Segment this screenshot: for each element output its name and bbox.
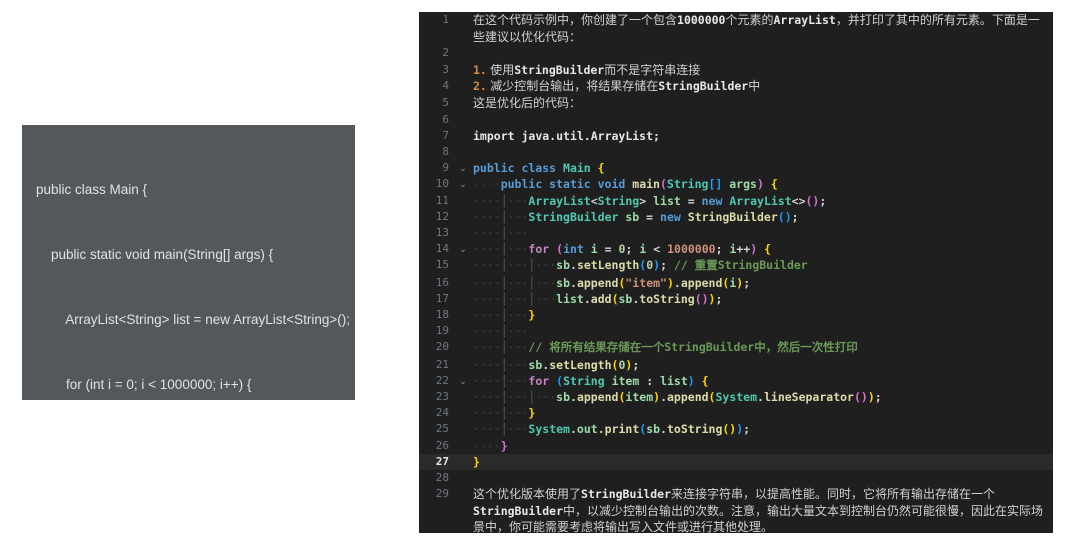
line-number: 4 (442, 79, 449, 93)
line-number: 21 (435, 357, 449, 371)
line-number: 17 (435, 291, 449, 305)
line-number: 22 (435, 373, 449, 387)
answer-line: 4 2. 减少控制台输出，将结果存储在StringBuilder中 (419, 78, 1053, 95)
chevron-down-icon[interactable]: ⌄ (457, 373, 469, 389)
code-line-append-lineseparator: ····│···│···sb.append(item).append(Syste… (473, 390, 882, 405)
line-number: 13 (435, 225, 449, 239)
line-number: 6 (442, 112, 449, 126)
answer-line: 21 ····│···sb.setLength(0); (419, 357, 1053, 373)
answer-line: 7 import java.util.ArrayList; (419, 128, 1053, 144)
code-line-comment-collect: ····│···// 将所有结果存储在一个StringBuilder中，然后一次… (473, 340, 858, 355)
code-line-main-decl: ····public static void main(String[] arg… (473, 177, 778, 192)
chevron-down-icon[interactable]: ⌄ (457, 160, 469, 176)
user-message-bubble: public class Main { public static void m… (22, 125, 355, 400)
code-line-close-class: } (473, 454, 480, 469)
code-line-append-item: ····│···│···sb.append("item").append(i); (473, 275, 751, 290)
code-line-import: import java.util.ArrayList; (473, 128, 660, 143)
code-line-for-loop: ····│···for (int i = 0; i < 1000000; i++… (473, 242, 772, 257)
line-number: 15 (435, 258, 449, 272)
answer-line-blank: 19 ····│··· (419, 323, 1053, 339)
answer-line-active: 27 } (419, 453, 1053, 471)
answer-line-blank: 6 (419, 112, 1053, 128)
code-line-close-brace: ····│···} (473, 406, 536, 421)
answer-line: 11 ····│···ArrayList<String> list = new … (419, 193, 1053, 209)
code-line-close-brace: ····} (473, 438, 508, 453)
line-number: 16 (435, 275, 449, 289)
answer-line: 29 这个优化版本使用了StringBuilder来连接字符串，以提高性能。同时… (419, 486, 1053, 533)
answer-line: 12 ····│···StringBuilder sb = new String… (419, 209, 1053, 225)
code-line-setlength-reset: ····│···│···sb.setLength(0); // 重置String… (473, 258, 808, 273)
answer-line: 16 ····│···│···sb.append("item").append(… (419, 275, 1053, 291)
answer-line-blank: 2 (419, 45, 1053, 62)
code-line-arraylist: ····│···ArrayList<String> list = new Arr… (473, 193, 827, 208)
chevron-down-icon[interactable]: ⌄ (457, 241, 469, 257)
line-number: 18 (435, 308, 449, 321)
line-number: 20 (435, 340, 449, 354)
user-code-line: for (int i = 0; i < 1000000; i++) { (36, 376, 252, 392)
line-number: 3 (442, 62, 449, 76)
answer-line: 14 ⌄ ····│···for (int i = 0; i < 1000000… (419, 241, 1053, 257)
answer-line: 17 ····│···│···list.add(sb.toString()); (419, 291, 1053, 307)
optimized-code-lead-in: 这是优化后的代码： (473, 95, 582, 110)
code-line-list-add: ····│···│···list.add(sb.toString()); (473, 291, 723, 306)
blank-line: ····│··· (473, 225, 529, 240)
answer-line: 5 这是优化后的代码： (419, 95, 1053, 112)
line-number-active: 27 (435, 454, 449, 468)
closing-paragraph: 这个优化版本使用了StringBuilder来连接字符串，以提高性能。同时，它将… (473, 487, 1044, 533)
code-line-foreach: ····│···for (String item : list) { (473, 373, 709, 388)
code-line-system-print: ····│···System.out.print(sb.toString()); (473, 422, 751, 437)
answer-line: 24 ····│···} (419, 405, 1053, 421)
suggestion-item-1: 1. 使用StringBuilder而不是字符串连接 (473, 62, 701, 77)
intro-paragraph: 在这个代码示例中，你创建了一个包含1000000个元素的ArrayList，并打… (473, 13, 1040, 44)
blank-line: ····│··· (473, 324, 529, 339)
answer-line: 18 ····│···} (419, 307, 1053, 323)
answer-line: 26 ····} (419, 438, 1053, 454)
line-number: 8 (442, 144, 449, 158)
code-line-setlength-zero: ····│···sb.setLength(0); (473, 357, 640, 372)
user-code-line: public static void main(String[] args) { (36, 246, 274, 262)
answer-line: 10 ⌄ ····public static void main(String[… (419, 176, 1053, 192)
answer-line: 25 ····│···System.out.print(sb.toString(… (419, 421, 1053, 437)
user-code-line: public class Main { (36, 182, 148, 198)
line-number: 7 (442, 128, 449, 142)
code-line-stringbuilder-decl: ····│···StringBuilder sb = new StringBui… (473, 209, 799, 224)
answer-line: 1 在这个代码示例中，你创建了一个包含1000000个元素的ArrayList，… (419, 12, 1053, 45)
answer-line: 23 ····│···│···sb.append(item).append(Sy… (419, 389, 1053, 405)
answer-line: 9 ⌄ public class Main { (419, 160, 1053, 176)
code-line-class-decl: public class Main { (473, 161, 605, 176)
line-number: 23 (435, 390, 449, 404)
line-number: 11 (435, 193, 449, 207)
line-number: 5 (442, 95, 449, 109)
line-number: 9 (442, 161, 449, 175)
line-number: 25 (435, 422, 449, 436)
line-number: 28 (435, 471, 449, 485)
answer-line: 20 ····│···// 将所有结果存储在一个StringBuilder中，然… (419, 339, 1053, 356)
line-number: 2 (442, 46, 449, 60)
code-line-close-brace: ····│···} (473, 308, 536, 322)
answer-line-blank: 28 (419, 470, 1053, 486)
line-number: 10 (435, 177, 449, 191)
line-number: 1 (442, 13, 449, 26)
answer-line: 15 ····│···│···sb.setLength(0); // 重置Str… (419, 257, 1053, 274)
line-number: 29 (435, 487, 449, 501)
answer-line: 3 1. 使用StringBuilder而不是字符串连接 (419, 62, 1053, 79)
line-number: 14 (435, 242, 449, 256)
suggestion-item-2: 2. 减少控制台输出，将结果存储在StringBuilder中 (473, 79, 761, 94)
user-code-line: ArrayList<String> list = new ArrayList<S… (36, 311, 351, 327)
answer-line-blank: 13 ····│··· (419, 225, 1053, 241)
answer-line-blank: 8 (419, 144, 1053, 160)
assistant-answer-panel: 1 在这个代码示例中，你创建了一个包含1000000个元素的ArrayList，… (419, 12, 1053, 533)
line-number: 12 (435, 209, 449, 223)
chevron-down-icon[interactable]: ⌄ (457, 176, 469, 192)
line-number: 26 (435, 438, 449, 452)
line-number: 19 (435, 324, 449, 338)
line-number: 24 (435, 406, 449, 420)
answer-line: 22 ⌄ ····│···for (String item : list) { (419, 373, 1053, 389)
